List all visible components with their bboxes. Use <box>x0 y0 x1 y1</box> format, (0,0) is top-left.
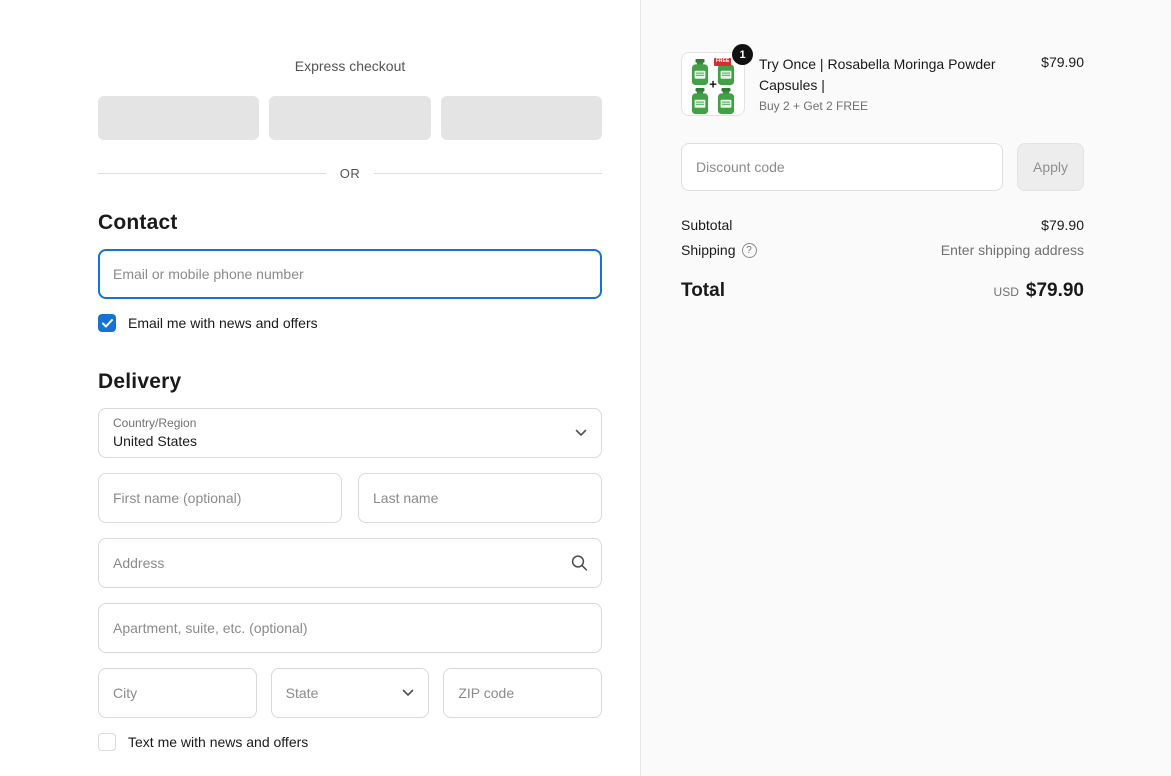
contact-heading: Contact <box>98 211 602 235</box>
state-select-placeholder: State <box>286 685 319 701</box>
product-thumbnail-wrap: FREE + 1 <box>681 52 745 116</box>
free-badge: FREE <box>714 58 731 66</box>
divider-line <box>374 173 602 174</box>
sms-newsletter-row: Text me with news and offers <box>98 733 602 751</box>
bottle-image <box>688 88 712 115</box>
city-input[interactable] <box>98 668 257 718</box>
bottle-image <box>714 88 738 115</box>
express-wallet-button-2[interactable] <box>269 96 430 140</box>
apartment-input[interactable] <box>98 603 602 653</box>
cart-line-item: FREE + 1 Try Once | Rosabella <box>681 52 1084 116</box>
bottle-image-free: FREE <box>714 59 738 86</box>
zip-code-input[interactable] <box>443 668 602 718</box>
checkout-page: Express checkout OR Contact Email <box>0 0 1171 776</box>
country-region-label: Country/Region <box>113 416 587 430</box>
cost-summary: Subtotal $79.90 Shipping ? Enter shippin… <box>681 217 1084 302</box>
email-newsletter-checkbox[interactable] <box>98 314 116 332</box>
subtotal-value: $79.90 <box>1041 217 1084 233</box>
express-checkout-buttons <box>98 96 602 140</box>
product-details: Try Once | Rosabella Moringa Powder Caps… <box>745 52 1033 113</box>
address-input[interactable] <box>98 538 602 588</box>
total-value: $79.90 <box>1026 280 1084 302</box>
apartment-field-wrap <box>98 603 602 653</box>
shipping-label: Shipping <box>681 242 736 258</box>
product-title: Try Once | Rosabella Moringa Powder Caps… <box>759 54 999 96</box>
email-or-phone-input[interactable] <box>98 249 602 299</box>
total-label: Total <box>681 280 725 302</box>
quantity-badge: 1 <box>732 44 753 65</box>
country-region-value: United States <box>113 431 587 451</box>
email-newsletter-row: Email me with news and offers <box>98 314 602 332</box>
or-divider: OR <box>98 166 602 181</box>
name-fields-row <box>98 473 602 523</box>
sms-newsletter-label[interactable]: Text me with news and offers <box>128 734 308 750</box>
shipping-row: Shipping ? Enter shipping address <box>681 242 1084 258</box>
address-field-wrap <box>98 538 602 588</box>
express-checkout-label: Express checkout <box>98 58 602 74</box>
order-summary-pane: FREE + 1 Try Once | Rosabella <box>640 0 1171 776</box>
chevron-down-icon <box>402 689 414 697</box>
plus-icon: + <box>709 77 717 92</box>
last-name-input[interactable] <box>358 473 602 523</box>
checkout-form-column: Express checkout OR Contact Email <box>98 58 602 751</box>
or-divider-label: OR <box>340 166 361 181</box>
express-wallet-button-3[interactable] <box>441 96 602 140</box>
express-wallet-button-1[interactable] <box>98 96 259 140</box>
product-price: $79.90 <box>1041 52 1084 70</box>
subtotal-label: Subtotal <box>681 217 732 233</box>
checkout-form-pane: Express checkout OR Contact Email <box>0 0 640 776</box>
city-state-zip-row: State <box>98 668 602 718</box>
currency-code: USD <box>994 285 1019 299</box>
chevron-down-icon <box>575 429 587 437</box>
shipping-value: Enter shipping address <box>941 242 1084 258</box>
shipping-help-icon[interactable]: ? <box>742 243 757 258</box>
subtotal-row: Subtotal $79.90 <box>681 217 1084 233</box>
apply-discount-button[interactable]: Apply <box>1017 143 1084 191</box>
total-row: Total USD $79.90 <box>681 280 1084 302</box>
divider-line <box>98 173 326 174</box>
first-name-input[interactable] <box>98 473 342 523</box>
product-variant: Buy 2 + Get 2 FREE <box>759 99 1033 113</box>
search-icon <box>571 555 588 572</box>
sms-newsletter-checkbox[interactable] <box>98 733 116 751</box>
checkmark-icon <box>102 319 113 328</box>
country-region-select[interactable]: Country/Region United States <box>98 408 602 458</box>
order-summary-content: FREE + 1 Try Once | Rosabella <box>681 52 1084 302</box>
discount-code-row: Apply <box>681 143 1084 191</box>
delivery-heading: Delivery <box>98 370 602 394</box>
state-select[interactable]: State <box>271 668 430 718</box>
email-newsletter-label[interactable]: Email me with news and offers <box>128 315 318 331</box>
discount-code-input[interactable] <box>681 143 1003 191</box>
